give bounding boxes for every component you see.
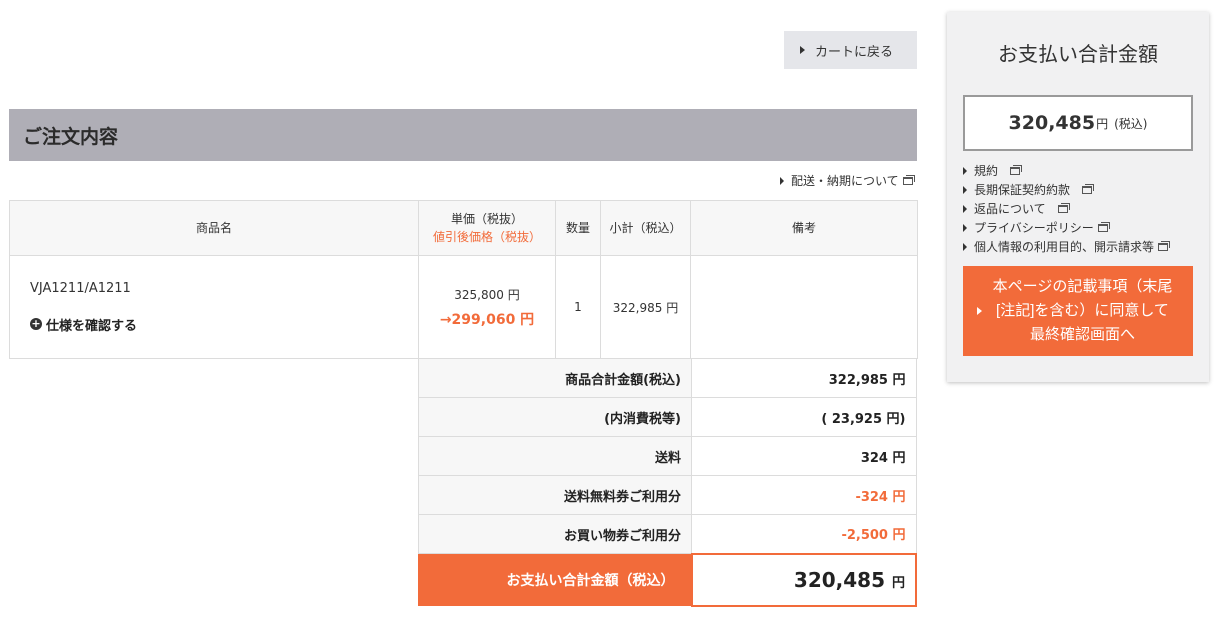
header-unit-price-label: 単価（税抜） <box>450 212 523 226</box>
caret-right-icon <box>800 46 805 54</box>
policy-link-terms[interactable]: 規約 <box>963 161 1168 180</box>
totals-table: 商品合計金額(税込) 322,985 円 (内消費税等) ( 23,925 円)… <box>418 358 917 607</box>
new-window-icon <box>1158 240 1171 251</box>
grand-total-row: お支払い合計金額（税込） 320,485 円 <box>418 552 917 607</box>
totals-row: 商品合計金額(税込) 322,985 円 <box>418 358 917 398</box>
totals-row: 送料無料券ご利用分 -324 円 <box>418 475 917 515</box>
order-table-header: 商品名 単価（税抜） 値引後価格（税抜） 数量 小計（税込） 備考 <box>9 200 918 256</box>
caret-right-icon <box>963 242 967 251</box>
back-to-cart-button[interactable]: カートに戻る <box>784 31 917 69</box>
totals-label: 送料無料券ご利用分 <box>418 475 692 515</box>
spec-link[interactable]: + 仕様を確認する <box>30 315 418 334</box>
totals-label: 商品合計金額(税込) <box>418 358 692 398</box>
section-title: ご注文内容 <box>23 125 119 148</box>
price-original: 325,800 円 <box>454 287 520 302</box>
back-to-cart-label: カートに戻る <box>815 43 894 59</box>
policy-links: 規約 長期保証契約約款 返品について プライバシーポリシー 個人情報の利用目的、… <box>963 161 1171 256</box>
summary-unit: 円 <box>1096 116 1109 131</box>
plus-circle-icon: + <box>30 317 42 330</box>
order-table: 商品名 単価（税抜） 値引後価格（税抜） 数量 小計（税込） 備考 VJA121… <box>9 200 918 359</box>
caret-right-icon <box>963 204 967 213</box>
policy-link-privacy[interactable]: プライバシーポリシー <box>963 218 1168 237</box>
header-qty: 数量 <box>555 200 601 256</box>
spec-link-label: 仕様を確認する <box>46 318 138 334</box>
policy-link-label: 個人情報の利用目的、開示請求等 <box>974 240 1155 254</box>
delivery-link-label: 配送・納期について <box>791 174 899 188</box>
table-row: VJA1211/A1211 + 仕様を確認する 325,800 円 →299,0… <box>9 255 918 359</box>
totals-value: -2,500 円 <box>691 514 917 554</box>
grand-total-value: 320,485 円 <box>690 552 917 607</box>
proceed-to-confirm-button[interactable]: 本ページの記載事項（末尾[注記]を含む）に同意して最終確認画面へ <box>963 266 1193 356</box>
summary-amount: 320,485 <box>1008 112 1096 134</box>
caret-right-icon <box>977 307 982 315</box>
new-window-icon <box>902 174 915 185</box>
header-notes: 備考 <box>690 200 918 256</box>
caret-right-icon <box>963 185 967 194</box>
delivery-info-link[interactable]: 配送・納期について <box>780 172 915 189</box>
totals-value: 324 円 <box>691 436 917 476</box>
policy-link-warranty[interactable]: 長期保証契約約款 <box>963 180 1168 199</box>
grand-total-unit: 円 <box>891 575 905 591</box>
totals-label: 送料 <box>418 436 692 476</box>
product-name: VJA1211/A1211 <box>30 280 131 296</box>
header-discount-price-label: 値引後価格（税抜） <box>432 230 541 244</box>
totals-value: -324 円 <box>691 475 917 515</box>
notes-cell <box>690 255 918 359</box>
grand-total-label: お支払い合計金額（税込） <box>418 553 692 606</box>
proceed-label: 本ページの記載事項（末尾[注記]を含む）に同意して最終確認画面へ <box>992 278 1173 343</box>
price-cell: 325,800 円 →299,060 円 <box>418 255 556 359</box>
policy-link-returns[interactable]: 返品について <box>963 199 1168 218</box>
summary-tax-note: (税込) <box>1114 116 1148 131</box>
product-cell: VJA1211/A1211 + 仕様を確認する <box>9 255 419 359</box>
summary-title: お支払い合計金額 <box>998 42 1158 66</box>
totals-label: お買い物券ご利用分 <box>418 514 692 554</box>
qty-cell: 1 <box>555 255 601 359</box>
new-window-icon <box>1097 221 1110 232</box>
summary-amount-box: 320,485 円 (税込) <box>963 95 1193 151</box>
totals-row: 送料 324 円 <box>418 436 917 476</box>
totals-row: お買い物券ご利用分 -2,500 円 <box>418 514 917 554</box>
totals-value: ( 23,925 円) <box>691 397 917 437</box>
new-window-icon <box>1082 183 1095 194</box>
caret-right-icon <box>963 223 967 232</box>
policy-link-label: 返品について <box>974 202 1046 216</box>
header-subtotal: 小計（税込） <box>600 200 691 256</box>
policy-link-personal-info[interactable]: 個人情報の利用目的、開示請求等 <box>963 237 1171 256</box>
caret-right-icon <box>780 176 784 185</box>
caret-right-icon <box>963 166 967 175</box>
policy-link-label: プライバシーポリシー <box>974 221 1094 235</box>
policy-link-label: 長期保証契約約款 <box>974 183 1071 197</box>
new-window-icon <box>1010 164 1023 175</box>
payment-summary-panel: お支払い合計金額 320,485 円 (税込) 規約 長期保証契約約款 返品につ… <box>947 12 1209 382</box>
new-window-icon <box>1057 202 1070 213</box>
price-discounted: →299,060 円 <box>439 311 535 328</box>
grand-total-amount: 320,485 <box>793 567 886 592</box>
order-section-header: ご注文内容 <box>9 109 917 161</box>
policy-link-label: 規約 <box>974 164 999 178</box>
header-product: 商品名 <box>9 200 419 256</box>
subtotal-cell: 322,985 円 <box>600 255 691 359</box>
totals-row: (内消費税等) ( 23,925 円) <box>418 397 917 437</box>
totals-label: (内消費税等) <box>418 397 692 437</box>
totals-value: 322,985 円 <box>691 358 917 398</box>
header-unit-price: 単価（税抜） 値引後価格（税抜） <box>418 200 556 256</box>
